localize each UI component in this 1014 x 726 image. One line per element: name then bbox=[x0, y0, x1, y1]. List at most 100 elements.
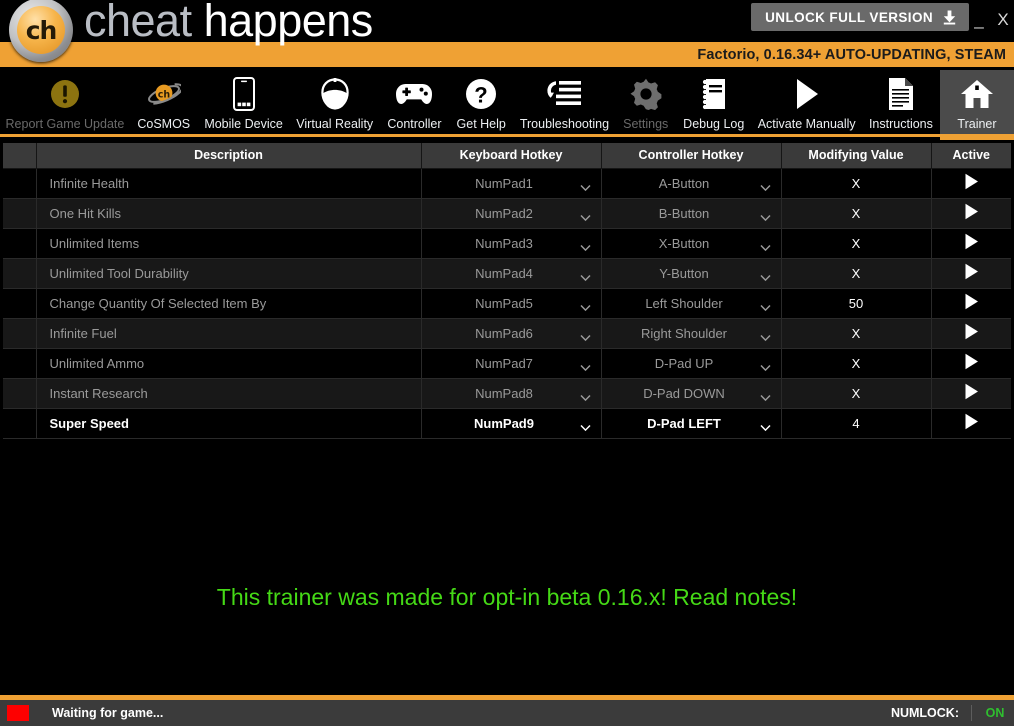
modifying-value[interactable]: 4 bbox=[781, 408, 932, 439]
table-row[interactable]: Instant Research NumPad8 D-Pad DOWN X bbox=[3, 378, 1011, 409]
table-row[interactable]: Infinite Health NumPad1 A-Button X bbox=[3, 168, 1011, 199]
modifying-value[interactable]: X bbox=[781, 198, 932, 229]
activate-cheat-button[interactable] bbox=[931, 168, 1011, 199]
cheat-description: Unlimited Tool Durability bbox=[36, 258, 422, 289]
controller-hotkey-value: Left Shoulder bbox=[645, 295, 723, 311]
controller-hotkey-select[interactable]: X-Button bbox=[601, 228, 782, 259]
keyboard-hotkey-value: NumPad3 bbox=[475, 235, 533, 251]
unlock-full-version-button[interactable]: UNLOCK FULL VERSION bbox=[751, 3, 969, 31]
toolbar-item-mobile-device[interactable]: Mobile Device bbox=[198, 70, 290, 137]
list-refresh-icon bbox=[546, 74, 582, 114]
keyboard-hotkey-select[interactable]: NumPad2 bbox=[421, 198, 602, 229]
activate-cheat-button[interactable] bbox=[931, 198, 1011, 229]
minimize-button[interactable]: _ bbox=[968, 8, 990, 32]
play-icon bbox=[964, 293, 979, 313]
toolbar-item-virtual-reality[interactable]: Virtual Reality bbox=[290, 70, 380, 137]
keyboard-hotkey-select[interactable]: NumPad7 bbox=[421, 348, 602, 379]
modifying-value[interactable]: 50 bbox=[781, 288, 932, 319]
close-button[interactable]: X bbox=[992, 8, 1014, 32]
controller-hotkey-select[interactable]: Left Shoulder bbox=[601, 288, 782, 319]
cheat-toggle-cell[interactable] bbox=[3, 288, 37, 319]
phone-icon bbox=[232, 74, 255, 114]
modifying-value[interactable]: X bbox=[781, 228, 932, 259]
keyboard-hotkey-select[interactable]: NumPad3 bbox=[421, 228, 602, 259]
activate-cheat-button[interactable] bbox=[931, 228, 1011, 259]
modifying-value[interactable]: X bbox=[781, 318, 932, 349]
toolbar-item-instructions[interactable]: Instructions bbox=[862, 70, 940, 137]
main-toolbar: Report Game Update ch CoSMOS Mobile Device V… bbox=[0, 67, 1014, 140]
table-row[interactable]: Unlimited Tool Durability NumPad4 Y-Button… bbox=[3, 258, 1011, 289]
table-row[interactable]: Change Quantity Of Selected Item By NumPa… bbox=[3, 288, 1011, 319]
play-icon bbox=[794, 74, 820, 114]
toolbar-item-controller[interactable]: Controller bbox=[380, 70, 449, 137]
activate-cheat-button[interactable] bbox=[931, 318, 1011, 349]
cheat-toggle-cell[interactable] bbox=[3, 378, 37, 409]
modifying-value[interactable]: X bbox=[781, 348, 932, 379]
cheat-toggle-cell[interactable] bbox=[3, 318, 37, 349]
toolbar-item-debug-log[interactable]: Debug Log bbox=[676, 70, 752, 137]
activate-cheat-button[interactable] bbox=[931, 258, 1011, 289]
controller-hotkey-value: X-Button bbox=[658, 235, 710, 251]
controller-hotkey-select[interactable]: D-Pad UP bbox=[601, 348, 782, 379]
column-header-modifying-value: Modifying Value bbox=[781, 143, 932, 169]
keyboard-hotkey-value: NumPad5 bbox=[475, 295, 533, 311]
keyboard-hotkey-select[interactable]: NumPad1 bbox=[421, 168, 602, 199]
chevron-down-icon bbox=[759, 180, 771, 192]
chevron-down-icon bbox=[759, 360, 771, 372]
cheat-toggle-cell[interactable] bbox=[3, 348, 37, 379]
controller-hotkey-select[interactable]: Y-Button bbox=[601, 258, 782, 289]
controller-hotkey-select[interactable]: B-Button bbox=[601, 198, 782, 229]
cheat-toggle-cell[interactable] bbox=[3, 168, 37, 199]
table-row[interactable]: Super Speed NumPad9 D-Pad LEFT 4 bbox=[3, 408, 1011, 439]
chevron-down-icon bbox=[579, 360, 591, 372]
chevron-down-icon bbox=[579, 180, 591, 192]
controller-hotkey-select[interactable]: Right Shoulder bbox=[601, 318, 782, 349]
play-icon bbox=[964, 173, 979, 193]
logo-text: ch bbox=[17, 6, 65, 54]
toolbar-item-troubleshooting[interactable]: Troubleshooting bbox=[513, 70, 615, 137]
download-icon bbox=[942, 10, 957, 25]
brand-text-happens: happens bbox=[203, 0, 374, 46]
status-message: Waiting for game... bbox=[52, 706, 164, 720]
play-icon bbox=[964, 263, 979, 283]
keyboard-hotkey-select[interactable]: NumPad6 bbox=[421, 318, 602, 349]
table-row[interactable]: Infinite Fuel NumPad6 Right Shoulder X bbox=[3, 318, 1011, 349]
table-row[interactable]: Unlimited Items NumPad3 X-Button X bbox=[3, 228, 1011, 259]
cheat-toggle-cell[interactable] bbox=[3, 258, 37, 289]
toolbar-item-label: Virtual Reality bbox=[296, 117, 374, 131]
keyboard-hotkey-select[interactable]: NumPad9 bbox=[421, 408, 602, 439]
keyboard-hotkey-value: NumPad8 bbox=[475, 385, 533, 401]
play-icon bbox=[964, 203, 979, 223]
controller-hotkey-select[interactable]: A-Button bbox=[601, 168, 782, 199]
modifying-value[interactable]: X bbox=[781, 258, 932, 289]
modifying-value[interactable]: X bbox=[781, 168, 932, 199]
activate-cheat-button[interactable] bbox=[931, 288, 1011, 319]
keyboard-hotkey-select[interactable]: NumPad4 bbox=[421, 258, 602, 289]
chevron-down-icon bbox=[759, 420, 771, 432]
controller-hotkey-select[interactable]: D-Pad LEFT bbox=[601, 408, 782, 439]
table-row[interactable]: One Hit Kills NumPad2 B-Button X bbox=[3, 198, 1011, 229]
toolbar-item-activate-manually[interactable]: Activate Manually bbox=[752, 70, 862, 137]
modifying-value[interactable]: X bbox=[781, 378, 932, 409]
controller-hotkey-select[interactable]: D-Pad DOWN bbox=[601, 378, 782, 409]
trainer-window: ch cheat happens UNLOCK FULL VERSION _ X… bbox=[0, 0, 1014, 726]
toolbar-item-trainer[interactable]: Trainer bbox=[940, 70, 1014, 140]
toolbar-item-get-help[interactable]: ? Get Help bbox=[449, 70, 513, 137]
toolbar-item-label: Activate Manually bbox=[757, 117, 856, 131]
chevron-down-icon bbox=[759, 330, 771, 342]
activate-cheat-button[interactable] bbox=[931, 348, 1011, 379]
cheat-toggle-cell[interactable] bbox=[3, 228, 37, 259]
cheat-toggle-cell[interactable] bbox=[3, 408, 37, 439]
gear-icon bbox=[630, 74, 662, 114]
table-row[interactable]: Unlimited Ammo NumPad7 D-Pad UP X bbox=[3, 348, 1011, 379]
chevron-down-icon bbox=[579, 210, 591, 222]
keyboard-hotkey-select[interactable]: NumPad5 bbox=[421, 288, 602, 319]
keyboard-hotkey-value: NumPad2 bbox=[475, 205, 533, 221]
toolbar-item-cosmos[interactable]: ch CoSMOS bbox=[130, 70, 198, 137]
cheat-toggle-cell[interactable] bbox=[3, 198, 37, 229]
cheat-description: Unlimited Items bbox=[36, 228, 422, 259]
keyboard-hotkey-select[interactable]: NumPad8 bbox=[421, 378, 602, 409]
activate-cheat-button[interactable] bbox=[931, 408, 1011, 439]
activate-cheat-button[interactable] bbox=[931, 378, 1011, 409]
keyboard-hotkey-value: NumPad9 bbox=[474, 415, 534, 431]
